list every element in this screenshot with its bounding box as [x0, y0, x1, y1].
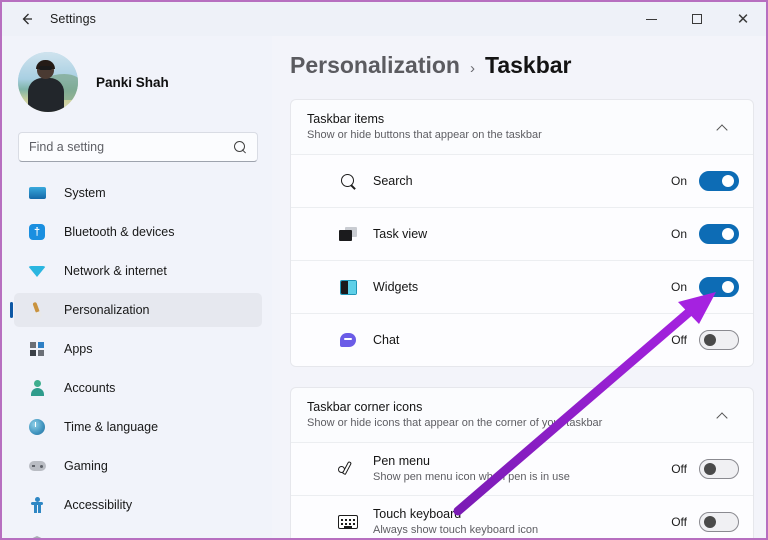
widgets-toggle[interactable]: [699, 277, 739, 297]
wifi-icon: [28, 262, 46, 280]
globe-clock-icon: [28, 418, 46, 436]
row-title: Touch keyboard: [373, 507, 671, 521]
section-subtitle: Show or hide icons that appear on the co…: [307, 417, 715, 429]
chevron-up-icon[interactable]: [715, 407, 731, 423]
window-title: Settings: [50, 12, 96, 26]
toggle-state-label: On: [671, 280, 687, 294]
taskbar-corner-icons-card: Taskbar corner icons Show or hide icons …: [290, 387, 754, 540]
row-widgets[interactable]: Widgets On: [291, 260, 753, 313]
taskbar-items-card: Taskbar items Show or hide buttons that …: [290, 99, 754, 367]
sidebar-item-label: Bluetooth & devices: [64, 225, 175, 239]
sidebar-item-gaming[interactable]: Gaming: [14, 449, 262, 483]
row-chat[interactable]: Chat Off: [291, 313, 753, 366]
toggle-state-label: On: [671, 174, 687, 188]
sidebar-item-accessibility[interactable]: Accessibility: [14, 488, 262, 522]
apps-grid-icon: [28, 340, 46, 358]
sidebar-item-label: Personalization: [64, 303, 149, 317]
task-view-toggle[interactable]: [699, 224, 739, 244]
content-pane: Personalization › Taskbar Taskbar items …: [272, 36, 766, 540]
chat-toggle[interactable]: [699, 330, 739, 350]
close-button[interactable]: ✕: [720, 2, 766, 36]
sidebar-item-system[interactable]: System: [14, 176, 262, 210]
maximize-button[interactable]: [674, 2, 720, 36]
search-input[interactable]: [29, 140, 234, 154]
row-title: Widgets: [373, 280, 671, 294]
sidebar-item-network-internet[interactable]: Network & internet: [14, 254, 262, 288]
paintbrush-icon: [28, 301, 46, 319]
search-box[interactable]: [18, 132, 258, 162]
toggle-state-label: Off: [671, 462, 687, 476]
row-touch-keyboard[interactable]: Touch keyboard Always show touch keyboar…: [291, 495, 753, 540]
row-subtitle: Always show touch keyboard icon: [373, 523, 603, 538]
row-title: Pen menu: [373, 454, 671, 468]
close-icon: ✕: [737, 12, 750, 27]
bluetooth-icon: †: [28, 223, 46, 241]
toggle-state-label: Off: [671, 333, 687, 347]
sidebar-item-time-language[interactable]: Time & language: [14, 410, 262, 444]
row-title: Search: [373, 174, 671, 188]
search-toggle[interactable]: [699, 171, 739, 191]
gamepad-icon: [28, 457, 46, 475]
sidebar-item-personalization[interactable]: Personalization: [14, 293, 262, 327]
sidebar-item-accounts[interactable]: Accounts: [14, 371, 262, 405]
maximize-icon: [692, 14, 702, 24]
taskbar-items-header[interactable]: Taskbar items Show or hide buttons that …: [291, 100, 753, 154]
pen-icon: [337, 458, 359, 480]
breadcrumb: Personalization › Taskbar: [290, 52, 766, 79]
monitor-icon: [28, 184, 46, 202]
row-task-view[interactable]: Task view On: [291, 207, 753, 260]
row-pen-menu[interactable]: Pen menu Show pen menu icon when pen is …: [291, 442, 753, 495]
back-arrow-icon: [19, 11, 35, 27]
row-title: Chat: [373, 333, 671, 347]
chevron-up-icon[interactable]: [715, 119, 731, 135]
sidebar-item-label: Accessibility: [64, 498, 132, 512]
sidebar-item-bluetooth-devices[interactable]: † Bluetooth & devices: [14, 215, 262, 249]
chat-icon: [337, 329, 359, 351]
sidebar-item-label: System: [64, 186, 106, 200]
person-icon: [28, 379, 46, 397]
minimize-icon: [646, 19, 657, 20]
section-title: Taskbar items: [307, 112, 715, 126]
sidebar: Panki Shah System † Bluetooth & devices …: [4, 36, 272, 540]
profile-name: Panki Shah: [96, 75, 169, 90]
sidebar-nav: System † Bluetooth & devices Network & i…: [4, 176, 272, 540]
keyboard-icon: [337, 511, 359, 533]
settings-window: Settings ✕ Panki Shah: [0, 0, 768, 540]
avatar: [18, 52, 78, 112]
row-search[interactable]: Search On: [291, 154, 753, 207]
breadcrumb-separator: ›: [470, 60, 475, 77]
touch-keyboard-toggle[interactable]: [699, 512, 739, 532]
taskbar-corner-icons-header[interactable]: Taskbar corner icons Show or hide icons …: [291, 388, 753, 442]
task-view-icon: [337, 223, 359, 245]
sidebar-item-label: Time & language: [64, 420, 158, 434]
row-subtitle: Show pen menu icon when pen is in use: [373, 470, 603, 485]
sidebar-item-label: Apps: [64, 342, 93, 356]
sidebar-item-privacy-security[interactable]: Privacy & security: [14, 527, 262, 540]
accessibility-person-icon: [28, 496, 46, 514]
section-title: Taskbar corner icons: [307, 400, 715, 414]
toggle-state-label: On: [671, 227, 687, 241]
sidebar-item-label: Network & internet: [64, 264, 167, 278]
user-profile[interactable]: Panki Shah: [18, 50, 272, 114]
sidebar-item-label: Accounts: [64, 381, 115, 395]
sidebar-item-label: Gaming: [64, 459, 108, 473]
back-button[interactable]: [10, 4, 44, 34]
toggle-state-label: Off: [671, 515, 687, 529]
shield-icon: [28, 535, 46, 540]
title-bar: Settings ✕: [2, 2, 766, 36]
pen-menu-toggle[interactable]: [699, 459, 739, 479]
sidebar-item-apps[interactable]: Apps: [14, 332, 262, 366]
window-controls: ✕: [628, 2, 766, 36]
minimize-button[interactable]: [628, 2, 674, 36]
page-title: Taskbar: [485, 52, 572, 79]
section-subtitle: Show or hide buttons that appear on the …: [307, 129, 715, 141]
row-title: Task view: [373, 227, 671, 241]
widgets-icon: [337, 276, 359, 298]
breadcrumb-parent[interactable]: Personalization: [290, 52, 460, 79]
search-icon: [234, 141, 247, 154]
search-icon: [337, 170, 359, 192]
